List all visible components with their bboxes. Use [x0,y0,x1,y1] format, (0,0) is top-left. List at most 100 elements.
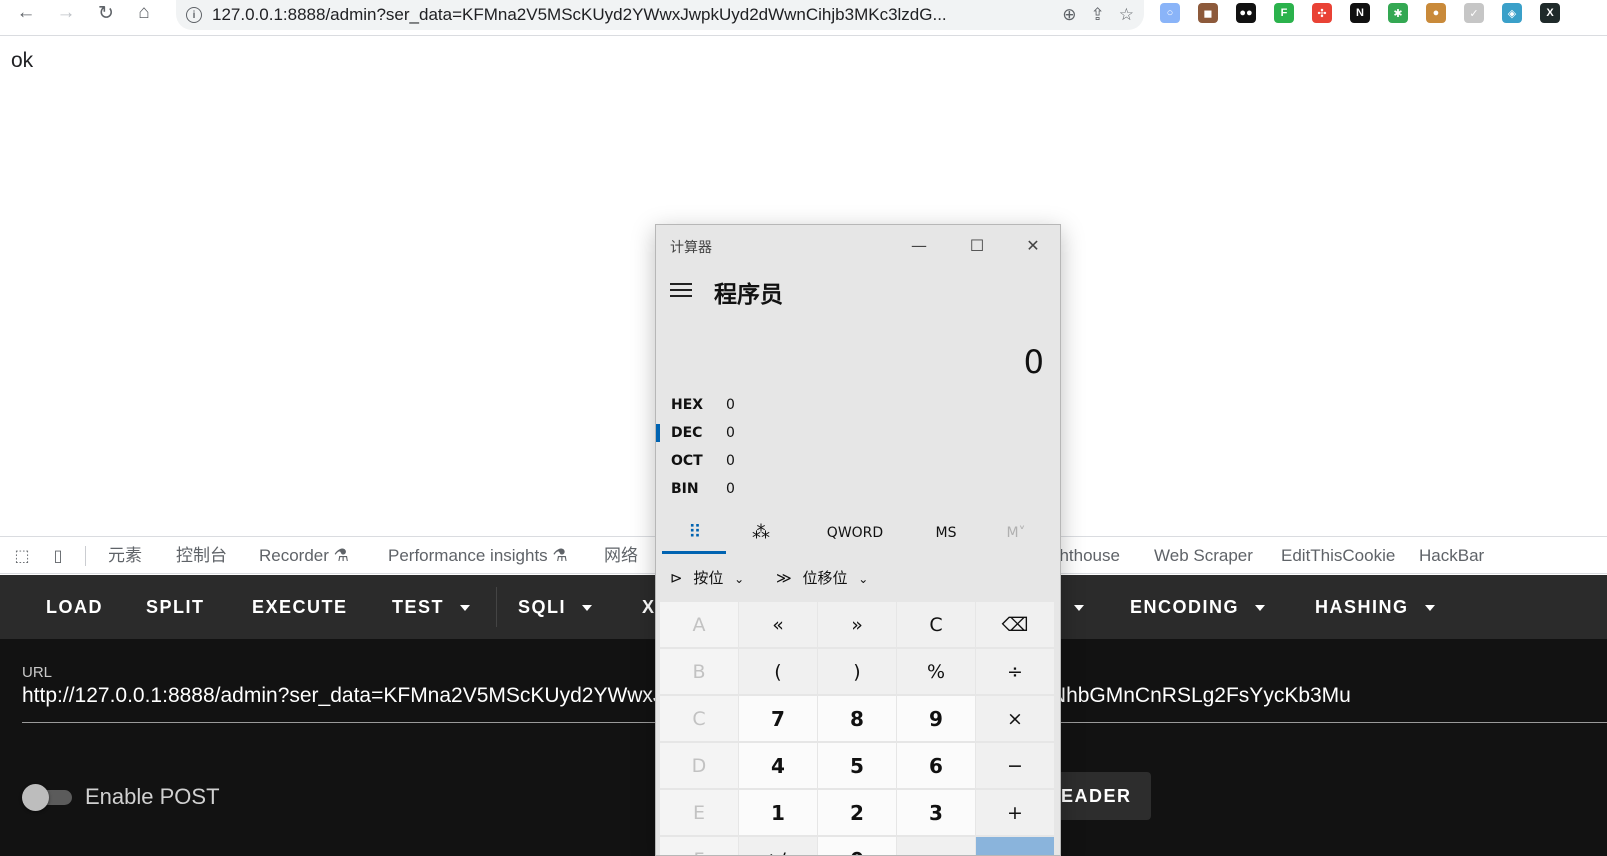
digit-key-5[interactable]: 5 [818,743,896,788]
multiply-key[interactable]: × [976,696,1054,741]
diamond-ext-icon[interactable]: ◈ [1502,3,1522,23]
logic-gate-icon: ⊳ [670,569,683,587]
memory-store-button[interactable]: MS [926,515,966,551]
radix-row-dec[interactable]: DEC 0 [656,420,1060,448]
inspect-element-icon[interactable]: ⬚ [12,546,32,566]
minimize-icon[interactable]: — [904,231,934,259]
subtract-key[interactable]: − [976,743,1054,788]
radix-value: 0 [726,481,735,497]
chevron-down-icon: ⌄ [734,572,745,586]
radix-row-hex[interactable]: HEX 0 [656,392,1060,420]
radix-row-bin[interactable]: BIN 0 [656,476,1060,504]
digit-key-3[interactable]: 3 [897,790,975,835]
devtools-tab[interactable]: Recorder ⚗ [259,537,349,574]
decimal-key[interactable]: . [897,837,975,855]
digit-key-7[interactable]: 7 [739,696,817,741]
bitwise-dropdown[interactable]: ⊳ 按位 ⌄ [670,567,744,588]
digit-key-1[interactable]: 1 [739,790,817,835]
devtools-tab[interactable]: HackBar [1419,537,1484,574]
hackbar-button[interactable]: ENCODING [1130,575,1266,639]
address-bar[interactable]: i 127.0.0.1:8888/admin?ser_data=KFMna2V5… [176,0,1144,30]
calculator-title: 计算器 [670,240,712,256]
reload-icon[interactable]: ↻ [88,0,124,26]
hackbar-button[interactable] [1058,575,1084,639]
shift-right-key[interactable]: » [818,602,896,647]
modulo-key[interactable]: % [897,649,975,694]
hex-digit-key-c[interactable]: C [660,696,738,741]
cookie-icon[interactable]: ● [1426,3,1446,23]
extensions-bar: ○ ◼ ●● F ✣ N ✱ ● ✓ ◈ X [1160,3,1560,23]
feedly-icon[interactable]: F [1274,3,1294,23]
zoom-icon[interactable]: ⊕ [1062,5,1076,25]
bitshift-dropdown[interactable]: ≫ 位移位 ⌄ [776,567,868,588]
close-paren-key[interactable]: ) [818,649,896,694]
hackbar-separator [496,587,497,627]
maximize-icon[interactable]: ☐ [962,231,992,259]
devtools-tab[interactable]: Performance insights ⚗ [388,537,568,574]
check-ext-icon[interactable]: ✓ [1464,3,1484,23]
hex-digit-key-f[interactable]: F [660,837,738,855]
caret-down-icon [460,605,471,612]
devtools-tab[interactable]: 元素 [108,537,142,574]
tampermonkey-icon[interactable]: ●● [1236,3,1256,23]
site-info-icon[interactable]: i [186,7,202,23]
digit-key-8[interactable]: 8 [818,696,896,741]
share-icon[interactable]: ⇪ [1091,5,1105,25]
toggle-knob [22,784,49,811]
shift-left-key[interactable]: « [739,602,817,647]
hackbar-button[interactable]: SQLI [518,575,593,639]
word-size-button[interactable]: QWORD [820,515,890,551]
digit-key-6[interactable]: 6 [897,743,975,788]
devtools-tab[interactable]: 网络 [604,537,638,574]
hackbar-button-label: LOAD [46,597,103,617]
enable-post-toggle[interactable] [22,784,74,811]
home-icon[interactable]: ⌂ [126,0,162,26]
bit-toggle-keypad-icon[interactable]: ⁂ [736,515,786,551]
x-ext-icon[interactable]: X [1540,3,1560,23]
hackbar-button[interactable]: TEST [392,575,471,639]
add-key[interactable]: + [976,790,1054,835]
avatar-ext-icon[interactable]: ◼ [1198,3,1218,23]
calculator-tab-row: ⠿ ⁂ QWORD MS M˅ [656,515,1060,555]
equals-key[interactable]: = [976,837,1054,855]
hex-digit-key-e[interactable]: E [660,790,738,835]
hex-digit-key-b[interactable]: B [660,649,738,694]
hackbar-button-label: TEST [392,597,445,617]
hamburger-menu-icon[interactable] [670,283,692,299]
hackbar-button[interactable]: LOAD [46,575,103,639]
forward-arrow-icon[interactable]: → [48,0,84,26]
back-arrow-icon[interactable]: ← [8,0,44,26]
gear-ext-icon[interactable]: ✱ [1388,3,1408,23]
hackbar-button[interactable]: EXECUTE [252,575,348,639]
open-paren-key[interactable]: ( [739,649,817,694]
hex-digit-key-a[interactable]: A [660,602,738,647]
address-bar-url[interactable]: 127.0.0.1:8888/admin?ser_data=KFMna2V5MS… [212,5,1052,25]
hackbar-button-label: SQLI [518,597,567,617]
digit-key-4[interactable]: 4 [739,743,817,788]
hackbar-button[interactable]: SPLIT [146,575,205,639]
memory-menu-button[interactable]: M˅ [996,515,1036,551]
full-keypad-icon[interactable]: ⠿ [670,515,720,551]
digit-key-0[interactable]: 0 [818,837,896,855]
negate-key[interactable]: +/- [739,837,817,855]
close-icon[interactable]: ✕ [1018,231,1048,259]
divide-key[interactable]: ÷ [976,649,1054,694]
hackbar-button[interactable]: X [642,575,656,639]
devtools-tab[interactable]: EditThisCookie [1281,537,1395,574]
devtools-tab[interactable]: Web Scraper [1154,537,1253,574]
hex-digit-key-d[interactable]: D [660,743,738,788]
notion-icon[interactable]: N [1350,3,1370,23]
clear-key[interactable]: C [897,602,975,647]
bookmark-star-icon[interactable]: ☆ [1119,5,1134,25]
caret-down-icon [1255,605,1266,612]
hackbar-button[interactable]: HASHING [1315,575,1435,639]
pinwheel-icon[interactable]: ✣ [1312,3,1332,23]
circle-ext-icon[interactable]: ○ [1160,3,1180,23]
calculator-op-row: ⊳ 按位 ⌄ ≫ 位移位 ⌄ [656,561,1060,601]
device-toolbar-icon[interactable]: ▯ [48,546,68,566]
devtools-tab[interactable]: 控制台 [176,537,227,574]
digit-key-9[interactable]: 9 [897,696,975,741]
digit-key-2[interactable]: 2 [818,790,896,835]
backspace-icon[interactable]: ⌫ [976,602,1054,647]
radix-row-oct[interactable]: OCT 0 [656,448,1060,476]
